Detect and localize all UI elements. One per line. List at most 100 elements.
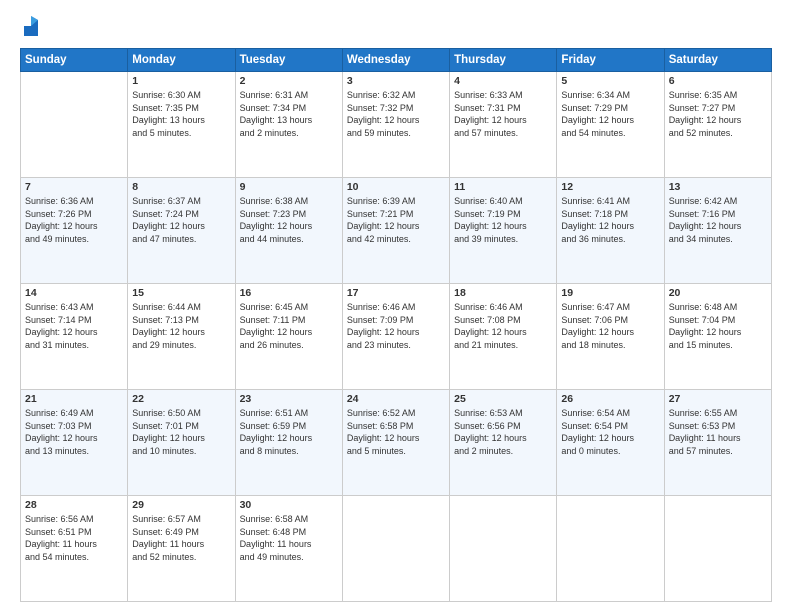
calendar-week-row: 1 Sunrise: 6:30 AMSunset: 7:35 PMDaylight… <box>21 72 772 178</box>
calendar-cell: 16 Sunrise: 6:45 AMSunset: 7:11 PMDayligh… <box>235 284 342 390</box>
calendar-cell: 21 Sunrise: 6:49 AMSunset: 7:03 PMDayligh… <box>21 390 128 496</box>
day-info: Sunrise: 6:57 AMSunset: 6:49 PMDaylight:… <box>132 513 230 563</box>
day-info: Sunrise: 6:39 AMSunset: 7:21 PMDaylight:… <box>347 195 445 245</box>
calendar-cell: 22Sunrise: 6:50 AMSunset: 7:01 PMDayligh… <box>128 390 235 496</box>
day-number: 14 <box>25 287 123 299</box>
calendar-week-row: 28 Sunrise: 6:56 AMSunset: 6:51 PMDayligh… <box>21 496 772 602</box>
day-number: 24 <box>347 393 445 405</box>
calendar-cell: 13 Sunrise: 6:42 AMSunset: 7:16 PMDayligh… <box>664 178 771 284</box>
day-info: Sunrise: 6:43 AMSunset: 7:14 PMDaylight:… <box>25 301 123 351</box>
calendar-cell: 19 Sunrise: 6:47 AMSunset: 7:06 PMDayligh… <box>557 284 664 390</box>
calendar-cell: 29 Sunrise: 6:57 AMSunset: 6:49 PMDayligh… <box>128 496 235 602</box>
day-number: 23 <box>240 393 338 405</box>
day-number: 12 <box>561 181 659 193</box>
day-info: Sunrise: 6:50 AMSunset: 7:01 PMDaylight:… <box>132 407 230 457</box>
calendar-cell: 4 Sunrise: 6:33 AMSunset: 7:31 PMDaylight… <box>450 72 557 178</box>
calendar-header-sunday: Sunday <box>21 49 128 72</box>
calendar-cell <box>557 496 664 602</box>
day-info: Sunrise: 6:51 AMSunset: 6:59 PMDaylight:… <box>240 407 338 457</box>
calendar-cell: 27Sunrise: 6:55 AMSunset: 6:53 PMDayligh… <box>664 390 771 496</box>
day-info: Sunrise: 6:41 AMSunset: 7:18 PMDaylight:… <box>561 195 659 245</box>
calendar-cell: 11 Sunrise: 6:40 AMSunset: 7:19 PMDayligh… <box>450 178 557 284</box>
day-number: 4 <box>454 75 552 87</box>
calendar-cell: 30Sunrise: 6:58 AMSunset: 6:48 PMDayligh… <box>235 496 342 602</box>
day-info: Sunrise: 6:42 AMSunset: 7:16 PMDaylight:… <box>669 195 767 245</box>
calendar-cell: 5 Sunrise: 6:34 AMSunset: 7:29 PMDaylight… <box>557 72 664 178</box>
calendar-table: SundayMondayTuesdayWednesdayThursdayFrid… <box>20 48 772 602</box>
day-info: Sunrise: 6:38 AMSunset: 7:23 PMDaylight:… <box>240 195 338 245</box>
day-info: Sunrise: 6:36 AMSunset: 7:26 PMDaylight:… <box>25 195 123 245</box>
calendar-cell: 10 Sunrise: 6:39 AMSunset: 7:21 PMDayligh… <box>342 178 449 284</box>
calendar-cell: 20 Sunrise: 6:48 AMSunset: 7:04 PMDayligh… <box>664 284 771 390</box>
day-info: Sunrise: 6:33 AMSunset: 7:31 PMDaylight:… <box>454 89 552 139</box>
calendar-header-row: SundayMondayTuesdayWednesdayThursdayFrid… <box>21 49 772 72</box>
day-info: Sunrise: 6:34 AMSunset: 7:29 PMDaylight:… <box>561 89 659 139</box>
day-number: 5 <box>561 75 659 87</box>
day-number: 7 <box>25 181 123 193</box>
calendar-cell <box>21 72 128 178</box>
calendar-cell: 8 Sunrise: 6:37 AMSunset: 7:24 PMDaylight… <box>128 178 235 284</box>
calendar-cell <box>342 496 449 602</box>
day-number: 2 <box>240 75 338 87</box>
day-info: Sunrise: 6:46 AMSunset: 7:08 PMDaylight:… <box>454 301 552 351</box>
calendar-cell: 7 Sunrise: 6:36 AMSunset: 7:26 PMDaylight… <box>21 178 128 284</box>
calendar-week-row: 21 Sunrise: 6:49 AMSunset: 7:03 PMDayligh… <box>21 390 772 496</box>
logo <box>20 18 40 38</box>
calendar-cell: 25Sunrise: 6:53 AMSunset: 6:56 PMDayligh… <box>450 390 557 496</box>
day-number: 19 <box>561 287 659 299</box>
day-number: 27 <box>669 393 767 405</box>
day-number: 6 <box>669 75 767 87</box>
calendar-cell <box>450 496 557 602</box>
day-info: Sunrise: 6:56 AMSunset: 6:51 PMDaylight:… <box>25 513 123 563</box>
day-number: 8 <box>132 181 230 193</box>
day-number: 26 <box>561 393 659 405</box>
day-number: 11 <box>454 181 552 193</box>
calendar-cell: 6Sunrise: 6:35 AMSunset: 7:27 PMDaylight… <box>664 72 771 178</box>
calendar-week-row: 14 Sunrise: 6:43 AMSunset: 7:14 PMDayligh… <box>21 284 772 390</box>
day-number: 16 <box>240 287 338 299</box>
day-info: Sunrise: 6:46 AMSunset: 7:09 PMDaylight:… <box>347 301 445 351</box>
day-info: Sunrise: 6:54 AMSunset: 6:54 PMDaylight:… <box>561 407 659 457</box>
calendar-header-tuesday: Tuesday <box>235 49 342 72</box>
day-number: 9 <box>240 181 338 193</box>
day-info: Sunrise: 6:31 AMSunset: 7:34 PMDaylight:… <box>240 89 338 139</box>
day-number: 1 <box>132 75 230 87</box>
calendar-cell: 26 Sunrise: 6:54 AMSunset: 6:54 PMDayligh… <box>557 390 664 496</box>
day-info: Sunrise: 6:37 AMSunset: 7:24 PMDaylight:… <box>132 195 230 245</box>
calendar-week-row: 7 Sunrise: 6:36 AMSunset: 7:26 PMDaylight… <box>21 178 772 284</box>
day-number: 28 <box>25 499 123 511</box>
day-number: 15 <box>132 287 230 299</box>
calendar-cell: 24Sunrise: 6:52 AMSunset: 6:58 PMDayligh… <box>342 390 449 496</box>
calendar-cell: 14 Sunrise: 6:43 AMSunset: 7:14 PMDayligh… <box>21 284 128 390</box>
day-info: Sunrise: 6:45 AMSunset: 7:11 PMDaylight:… <box>240 301 338 351</box>
calendar-cell: 2 Sunrise: 6:31 AMSunset: 7:34 PMDaylight… <box>235 72 342 178</box>
day-number: 3 <box>347 75 445 87</box>
header <box>20 18 772 38</box>
day-info: Sunrise: 6:32 AMSunset: 7:32 PMDaylight:… <box>347 89 445 139</box>
calendar-cell: 18 Sunrise: 6:46 AMSunset: 7:08 PMDayligh… <box>450 284 557 390</box>
day-number: 29 <box>132 499 230 511</box>
calendar-cell: 17 Sunrise: 6:46 AMSunset: 7:09 PMDayligh… <box>342 284 449 390</box>
calendar-header-wednesday: Wednesday <box>342 49 449 72</box>
day-number: 10 <box>347 181 445 193</box>
day-number: 17 <box>347 287 445 299</box>
day-number: 13 <box>669 181 767 193</box>
day-number: 20 <box>669 287 767 299</box>
calendar-cell <box>664 496 771 602</box>
day-info: Sunrise: 6:30 AMSunset: 7:35 PMDaylight:… <box>132 89 230 139</box>
day-info: Sunrise: 6:48 AMSunset: 7:04 PMDaylight:… <box>669 301 767 351</box>
calendar-header-thursday: Thursday <box>450 49 557 72</box>
day-info: Sunrise: 6:49 AMSunset: 7:03 PMDaylight:… <box>25 407 123 457</box>
calendar-cell: 3 Sunrise: 6:32 AMSunset: 7:32 PMDaylight… <box>342 72 449 178</box>
day-number: 30 <box>240 499 338 511</box>
day-number: 21 <box>25 393 123 405</box>
day-info: Sunrise: 6:47 AMSunset: 7:06 PMDaylight:… <box>561 301 659 351</box>
calendar-cell: 12 Sunrise: 6:41 AMSunset: 7:18 PMDayligh… <box>557 178 664 284</box>
calendar-header-saturday: Saturday <box>664 49 771 72</box>
day-info: Sunrise: 6:44 AMSunset: 7:13 PMDaylight:… <box>132 301 230 351</box>
day-number: 18 <box>454 287 552 299</box>
day-info: Sunrise: 6:40 AMSunset: 7:19 PMDaylight:… <box>454 195 552 245</box>
calendar-cell: 9 Sunrise: 6:38 AMSunset: 7:23 PMDaylight… <box>235 178 342 284</box>
day-number: 25 <box>454 393 552 405</box>
calendar-header-monday: Monday <box>128 49 235 72</box>
